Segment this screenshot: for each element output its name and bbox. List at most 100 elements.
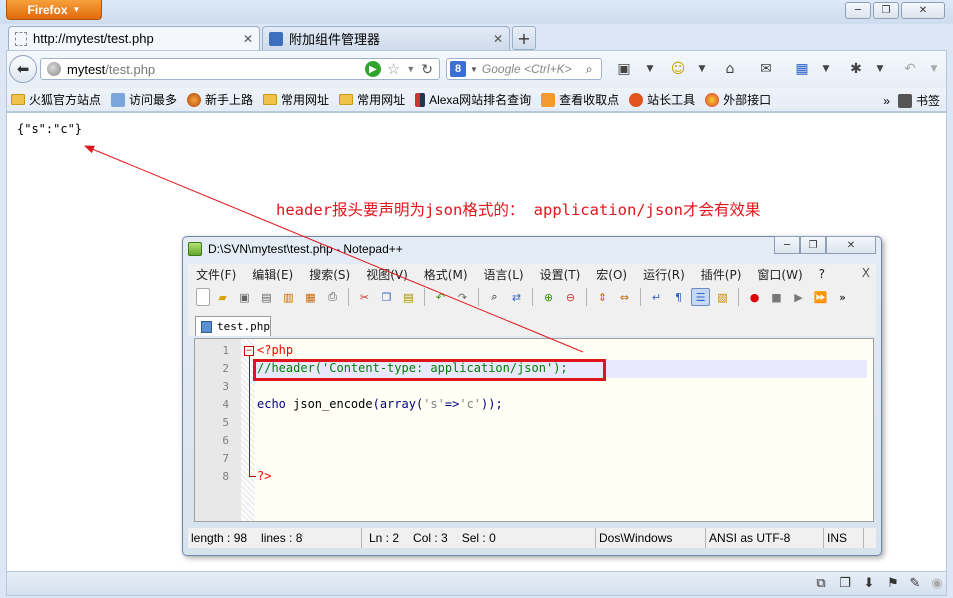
home-icon[interactable]: ⌂ (720, 60, 740, 78)
open-file-icon[interactable]: ▰ (213, 288, 232, 306)
flag-icon[interactable]: ⚑ (885, 575, 901, 591)
replace-icon[interactable]: ⇄ (507, 288, 526, 306)
redo-icon[interactable]: ↷ (453, 288, 472, 306)
cut-icon[interactable]: ✂ (355, 288, 374, 306)
line-number: 2 (222, 362, 229, 375)
menu-help[interactable]: ? (819, 267, 825, 281)
play-macro-icon[interactable]: ▶ (789, 288, 808, 306)
fold-toggle-icon[interactable]: − (244, 346, 254, 356)
menu-settings[interactable]: 设置(T) (540, 266, 581, 283)
bookmark-item[interactable]: Alexa网站排名查询 (415, 91, 531, 108)
tab-test-php[interactable]: http://mytest/test.php ✕ (8, 26, 260, 50)
menu-edit[interactable]: 编辑(E) (252, 266, 293, 283)
search-engine-dropdown-icon[interactable]: ▼ (470, 65, 478, 74)
dropdown-icon[interactable]: ▼ (816, 60, 836, 78)
menu-format[interactable]: 格式(M) (424, 266, 468, 283)
bookmark-item[interactable]: 火狐官方站点 (11, 91, 101, 108)
bookmark-item[interactable]: 常用网址 (339, 91, 405, 108)
sync-vertical-icon[interactable]: ⇕ (593, 288, 612, 306)
bug-icon[interactable]: ✱ (846, 60, 866, 78)
dropdown-icon[interactable]: ▼ (870, 60, 890, 78)
close-icon[interactable]: ▥ (279, 288, 298, 306)
paste-icon[interactable]: ▤ (399, 288, 418, 306)
run-macro-multiple-icon[interactable]: ⏩ (811, 288, 830, 306)
dropdown-icon[interactable]: ▼ (924, 60, 944, 78)
addon-icon[interactable]: ◉ (929, 575, 945, 591)
close-tab-icon[interactable]: ✕ (493, 32, 503, 46)
npp-minimize-button[interactable]: ─ (774, 236, 800, 254)
firefox-menu-label: Firefox (27, 2, 68, 17)
find-icon[interactable]: ⌕ (485, 288, 504, 306)
open-link-icon[interactable]: ⧉ (813, 575, 829, 591)
minimize-button[interactable]: ─ (845, 2, 871, 19)
menu-window[interactable]: 窗口(W) (757, 266, 802, 283)
bookmark-item[interactable]: 外部接口 (705, 91, 771, 108)
bookmark-item[interactable]: 访问最多 (111, 91, 177, 108)
screenshot-icon[interactable]: ▣ (614, 60, 634, 78)
bookmark-item[interactable]: 新手上路 (187, 91, 253, 108)
firefox-menu-button[interactable]: Firefox ▼ (6, 0, 102, 20)
reload-icon[interactable]: ↻ (421, 61, 433, 78)
menu-run[interactable]: 运行(R) (643, 266, 685, 283)
sync-horizontal-icon[interactable]: ⇔ (615, 288, 634, 306)
url-path: /test.php (105, 61, 156, 77)
undo-icon[interactable]: ↶ (900, 60, 920, 78)
menu-file[interactable]: 文件(F) (196, 266, 236, 283)
restore-button[interactable]: ❐ (873, 2, 899, 19)
search-engine-icon[interactable]: 8 (450, 61, 466, 77)
lang-icon[interactable]: ▧ (713, 288, 732, 306)
close-tab-icon[interactable]: ✕ (243, 32, 253, 46)
search-bar[interactable]: 8 ▼ Google <Ctrl+K> ⌕ (446, 58, 602, 80)
zoom-in-icon[interactable]: ⊕ (539, 288, 558, 306)
history-dropdown-icon[interactable]: ▼ (406, 64, 415, 74)
word-wrap-icon[interactable]: ↵ (647, 288, 666, 306)
bookmark-item[interactable]: 常用网址 (263, 91, 329, 108)
npp-tab-test-php[interactable]: test.php (195, 316, 271, 336)
copy-icon[interactable]: ❐ (377, 288, 396, 306)
bookmark-item[interactable]: 查看收取点 (541, 91, 619, 108)
download-icon[interactable]: ⬇ (861, 575, 877, 591)
go-icon[interactable]: ▶ (364, 61, 381, 77)
windows-icon[interactable]: ❐ (837, 575, 853, 591)
highlight-box (253, 359, 606, 381)
bookmarks-overflow-button[interactable]: » (883, 94, 890, 108)
save-all-icon[interactable]: ▤ (257, 288, 276, 306)
smiley-icon[interactable]: ☺ (668, 60, 688, 78)
apps-icon[interactable]: ▦ (792, 60, 812, 78)
star-list-icon (111, 92, 126, 107)
menu-plugins[interactable]: 插件(P) (701, 266, 742, 283)
stop-macro-icon[interactable]: ■ (767, 288, 786, 306)
npp-close-button[interactable]: ✕ (826, 236, 876, 254)
search-input[interactable]: Google <Ctrl+K> (482, 62, 582, 76)
menu-macro[interactable]: 宏(O) (596, 266, 627, 283)
url-bar[interactable]: mytest /test.php ▶ ☆ ▼ ↻ (40, 58, 440, 80)
npp-restore-button[interactable]: ❐ (800, 236, 826, 254)
dropdown-icon[interactable]: ▼ (640, 60, 660, 78)
dropdown-icon[interactable]: ▼ (692, 60, 712, 78)
bookmark-item[interactable]: 站长工具 (629, 91, 695, 108)
record-macro-icon[interactable]: ● (745, 288, 764, 306)
save-icon[interactable]: ▣ (235, 288, 254, 306)
new-tab-button[interactable]: + (512, 26, 536, 50)
menu-view[interactable]: 视图(V) (366, 266, 408, 283)
bookmarks-menu-button[interactable]: 书签 (897, 92, 940, 109)
zoom-out-icon[interactable]: ⊖ (561, 288, 580, 306)
new-file-icon[interactable] (196, 288, 210, 306)
show-all-chars-icon[interactable]: ¶ (669, 288, 688, 306)
mail-icon[interactable]: ✉ (756, 60, 776, 78)
close-document-button[interactable]: X (862, 266, 870, 280)
magnifier-icon[interactable]: ⌕ (586, 62, 593, 77)
menu-search[interactable]: 搜索(S) (309, 266, 350, 283)
undo-icon[interactable]: ↶ (431, 288, 450, 306)
close-window-button[interactable]: ✕ (901, 2, 945, 19)
tab-addons-manager[interactable]: 附加组件管理器 ✕ (262, 26, 510, 50)
dropdown-arrow-icon: ▼ (72, 5, 81, 14)
bookmark-star-icon[interactable]: ☆ (387, 60, 400, 78)
indent-guide-icon[interactable]: ☰ (691, 288, 710, 306)
tools-icon[interactable]: ✎ (907, 575, 923, 591)
close-all-icon[interactable]: ▦ (301, 288, 320, 306)
menu-language[interactable]: 语言(L) (484, 266, 524, 283)
toolbar-overflow-icon[interactable]: » (833, 288, 852, 306)
back-button[interactable]: ⬅ (9, 55, 37, 83)
print-icon[interactable]: ⎙ (323, 288, 342, 306)
